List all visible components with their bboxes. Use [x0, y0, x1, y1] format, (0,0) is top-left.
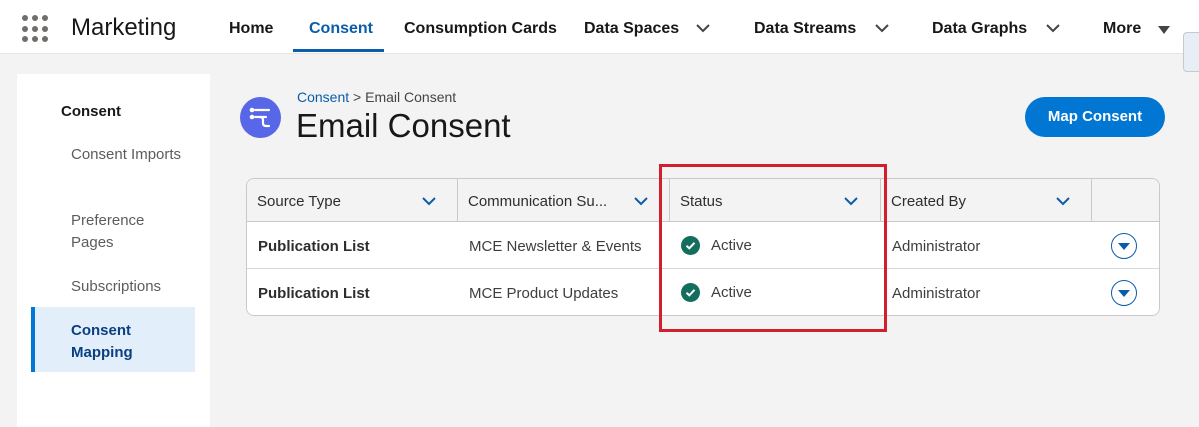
chevron-down-icon[interactable]	[632, 192, 650, 210]
nav-tab-consumption-cards[interactable]: Consumption Cards	[404, 20, 557, 38]
caret-down-icon	[1118, 243, 1130, 250]
nav-tab-home[interactable]: Home	[229, 20, 273, 38]
cell-communication: MCE Newsletter & Events	[469, 238, 642, 255]
cell-communication: MCE Product Updates	[469, 285, 619, 302]
sidebar-item-preference-pages[interactable]: Preference Pages	[71, 210, 191, 254]
chevron-down-icon[interactable]	[1045, 20, 1061, 36]
nav-tab-data-spaces[interactable]: Data Spaces	[584, 20, 679, 38]
nav-tab-data-graphs[interactable]: Data Graphs	[932, 20, 1027, 38]
column-label: Communication Su...	[468, 193, 608, 210]
sidebar-item-consent-imports[interactable]: Consent Imports	[71, 144, 191, 166]
column-header-created-by[interactable]: Created By	[881, 179, 1092, 222]
cell-created-by: Administrator	[892, 285, 981, 302]
nav-tab-consent[interactable]: Consent	[309, 20, 373, 38]
chevron-down-icon[interactable]	[1054, 192, 1072, 210]
caret-down-icon	[1118, 290, 1130, 297]
chevron-down-icon[interactable]	[874, 20, 890, 36]
column-header-source-type[interactable]: Source Type	[247, 179, 458, 222]
nav-tab-data-streams[interactable]: Data Streams	[754, 20, 856, 38]
status-column-highlight-box	[659, 164, 887, 332]
breadcrumb-current: Email Consent	[365, 89, 457, 105]
sidebar-item-consent-mapping[interactable]: Consent Mapping	[71, 320, 191, 364]
column-header-communication-subscription[interactable]: Communication Su...	[458, 179, 670, 222]
breadcrumb: Consent > Email Consent	[297, 89, 456, 105]
cell-source-type: Publication List	[258, 285, 370, 302]
column-label: Source Type	[257, 193, 341, 210]
cell-source-type: Publication List	[258, 238, 370, 255]
app-launcher-icon[interactable]	[22, 15, 50, 43]
column-label: Created By	[891, 193, 967, 210]
nav-tab-more[interactable]: More	[1103, 20, 1141, 38]
app-name: Marketing	[71, 14, 177, 41]
row-actions-button[interactable]	[1111, 280, 1137, 306]
breadcrumb-separator: >	[353, 89, 362, 105]
sidebar-heading: Consent	[61, 103, 121, 120]
caret-down-icon[interactable]	[1158, 26, 1170, 34]
column-header-actions	[1092, 179, 1159, 222]
row-actions-button[interactable]	[1111, 233, 1137, 259]
nav-active-indicator	[293, 49, 384, 52]
chevron-down-icon[interactable]	[420, 192, 438, 210]
cell-created-by: Administrator	[892, 238, 981, 255]
consent-sidebar: Consent Consent Imports Preference Pages…	[17, 74, 210, 427]
breadcrumb-link-consent[interactable]: Consent	[297, 89, 349, 105]
page-title: Email Consent	[296, 107, 511, 144]
map-consent-button[interactable]: Map Consent	[1025, 97, 1165, 137]
data-mapping-icon	[240, 97, 281, 138]
global-nav-bar: Marketing Home Consent Consumption Cards…	[0, 0, 1199, 54]
chevron-down-icon[interactable]	[695, 20, 711, 36]
sidebar-item-subscriptions[interactable]: Subscriptions	[71, 276, 191, 298]
utility-panel-handle[interactable]	[1183, 32, 1199, 72]
